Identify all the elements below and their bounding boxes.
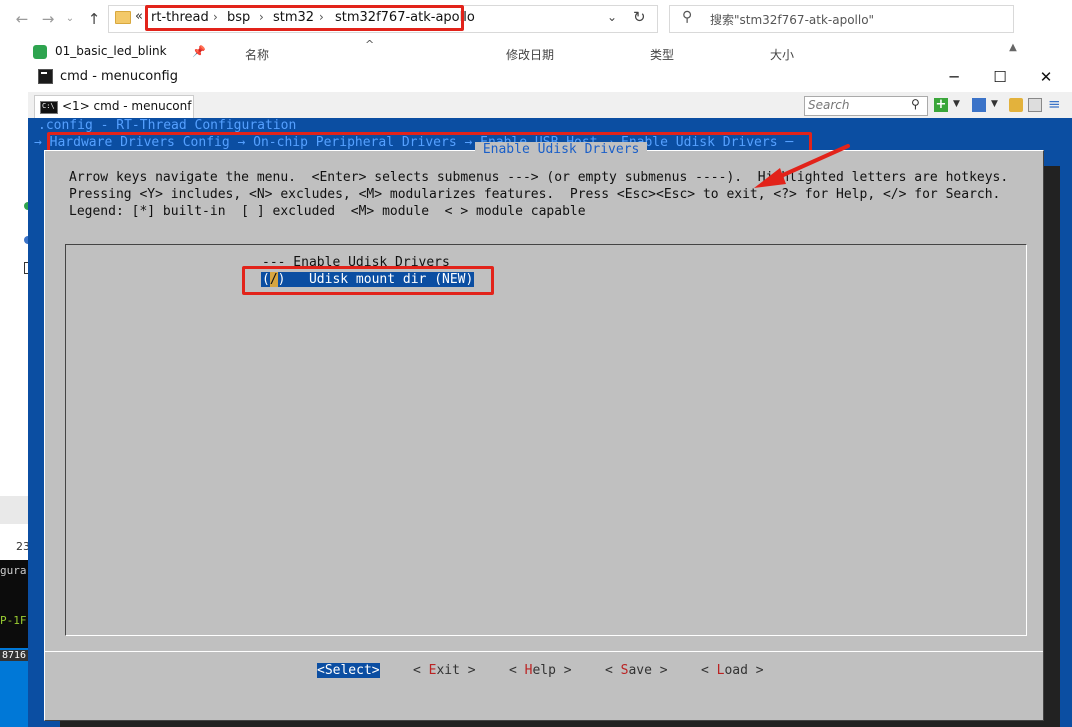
minimize-button[interactable]: ─ [942,66,966,88]
search-placeholder: 搜索"stm32f767-atk-apollo" [710,13,875,27]
split-view-icon[interactable] [972,98,986,112]
dialog-title: Enable Udisk Drivers [475,142,648,157]
search-icon: ⚲ [682,9,693,25]
folder-icon [115,11,131,24]
console-tab[interactable]: C:\ <1> cmd - menuconf [34,95,194,118]
scroll-up-icon[interactable]: ▲ [1006,42,1020,56]
maximize-button[interactable]: ☐ [988,66,1012,88]
console-tab-icon: C:\ [40,101,58,114]
cmd-tabbar: C:\ <1> cmd - menuconf Search ⚲ + ▼ ▼ ≡ [28,92,1072,118]
menu-list-box: --- Enable Udisk Drivers (/) Udisk mount… [65,244,1027,636]
forward-arrow-icon[interactable]: → [38,9,58,29]
column-size[interactable]: 大小 [770,46,794,63]
address-overflow-chevron[interactable]: « [135,9,143,24]
terminal-text-line: gura [0,564,27,577]
folder-synced-icon [33,45,47,59]
window-title: cmd - menuconfig [60,69,178,84]
hamburger-menu-icon[interactable]: ≡ [1048,95,1061,113]
terminal-text-line: P-1F [0,614,27,627]
annotation-red-box-menu-item [242,266,494,295]
explorer-navbar: ← → ⌄ ↑ « rt-thread › bsp › stm32 › stm3… [0,0,1072,39]
back-arrow-icon[interactable]: ← [12,9,32,29]
split-view-dropdown-icon[interactable]: ▼ [991,99,998,109]
explorer-sidebar [0,64,28,560]
help-text-line: Legend: [*] built-in [ ] excluded <M> mo… [69,204,586,219]
annotation-red-arrow [754,144,850,188]
column-type[interactable]: 类型 [650,46,674,63]
tab-label: <1> cmd - menuconf [62,99,192,113]
menuconfig-dialog: Enable Udisk Drivers Arrow keys navigate… [44,142,1044,721]
explorer-bottom-pane [0,496,30,524]
select-button[interactable]: <Select> [317,663,380,678]
sort-up-icon: ^ [365,38,375,51]
cmd-titlebar[interactable]: cmd - menuconfig ─ ☐ ✕ [28,62,1072,92]
quick-access-item[interactable]: 01_basic_led_blink [55,44,167,58]
pin-icon[interactable]: 📌 [192,45,206,58]
explorer-search-input[interactable]: ⚲ 搜索"stm32f767-atk-apollo" [669,5,1014,33]
console-area[interactable]: .config - RT-Thread Configuration → Hard… [28,118,1072,727]
pane-icon[interactable] [1028,98,1042,112]
help-button[interactable]: < Help > [509,663,572,678]
dialog-shadow [1044,166,1060,727]
config-title: .config - RT-Thread Configuration [38,118,297,133]
close-button[interactable]: ✕ [1034,66,1058,88]
exit-button[interactable]: < Exit > [413,663,476,678]
console-search-input[interactable]: Search ⚲ [804,96,928,116]
search-icon[interactable]: ⚲ [911,97,920,111]
chevron-down-icon[interactable]: ⌄ [60,9,80,29]
cmd-window: cmd - menuconfig ─ ☐ ✕ C:\ <1> cmd - men… [28,62,1072,727]
save-button[interactable]: < Save > [605,663,668,678]
up-arrow-icon[interactable]: ↑ [84,9,104,29]
lock-icon[interactable] [1009,98,1023,112]
load-button[interactable]: < Load > [701,663,764,678]
terminal-text-line: 8716 [0,650,29,661]
dialog-button-row: <Select> < Exit > < Help > < Save > < Lo… [45,651,1043,687]
column-name[interactable]: 名称 [245,46,269,63]
dialog-shadow [60,721,1060,727]
search-placeholder: Search [808,98,850,112]
refresh-icon[interactable]: ↻ [633,8,646,26]
new-console-dropdown-icon[interactable]: ▼ [953,99,960,109]
address-dropdown-icon[interactable]: ⌄ [607,10,617,24]
column-modified-date[interactable]: 修改日期 [506,46,554,63]
new-console-icon[interactable]: + [934,98,948,112]
console-app-icon [38,69,53,84]
annotation-red-box-address [145,5,464,31]
